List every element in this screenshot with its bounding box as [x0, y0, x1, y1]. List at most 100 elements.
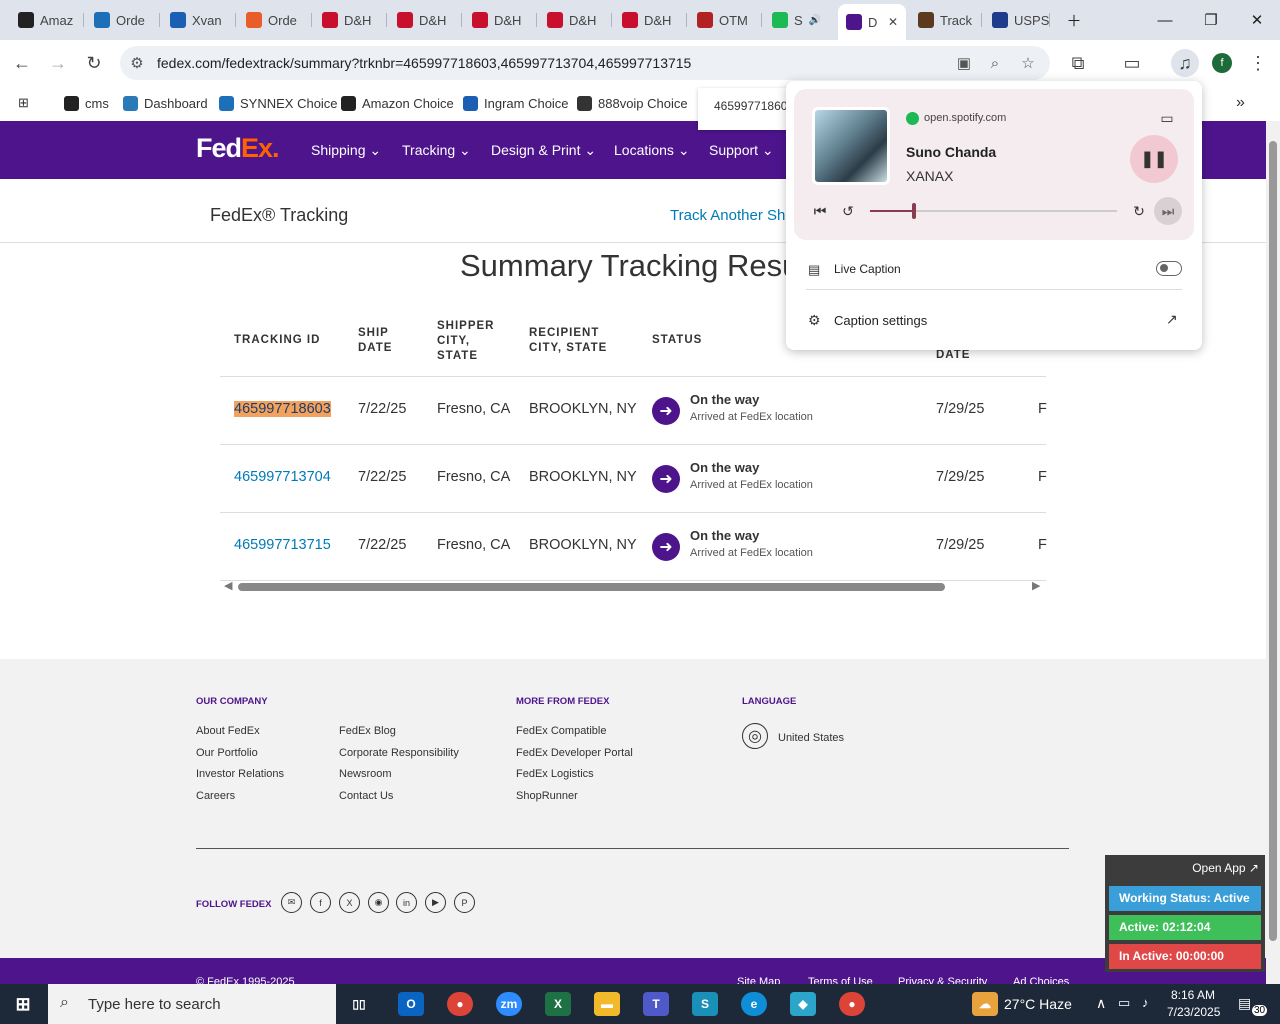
fedex-logo[interactable]: FedEx.: [196, 133, 280, 164]
tray-chevron-icon[interactable]: ∧: [1096, 995, 1106, 1012]
audio-playing-icon[interactable]: 🔊: [809, 15, 821, 26]
site-map-link[interactable]: Site Map: [737, 976, 780, 984]
footer-link[interactable]: FedEx Logistics: [516, 768, 594, 780]
site-info-icon[interactable]: ⚙: [126, 52, 148, 74]
network-icon[interactable]: ▭: [1118, 995, 1130, 1011]
address-bar[interactable]: ⚙ fedex.com/fedextrack/summary?trknbr=46…: [120, 46, 1050, 80]
caption-settings-link[interactable]: Caption settings: [834, 313, 927, 328]
apps-grid-icon[interactable]: ⊞: [18, 92, 29, 114]
scroll-thumb[interactable]: [238, 583, 945, 591]
tracking-id-link[interactable]: 465997713715: [234, 537, 331, 553]
browser-tab[interactable]: Orde: [238, 6, 312, 34]
facebook-icon[interactable]: f: [310, 892, 331, 913]
teams-icon[interactable]: T: [643, 992, 669, 1016]
chrome-icon[interactable]: ●: [447, 992, 473, 1016]
footer-link[interactable]: Our Portfolio: [196, 747, 258, 759]
file-explorer-icon[interactable]: ▬: [594, 992, 620, 1016]
bookmark-item[interactable]: Dashboard: [123, 92, 208, 114]
x-icon[interactable]: X: [339, 892, 360, 913]
bookmark-item[interactable]: cms: [64, 92, 109, 114]
linkedin-icon[interactable]: in: [396, 892, 417, 913]
nav-support[interactable]: Support ⌄: [709, 142, 774, 159]
task-view-icon[interactable]: ▯▯: [346, 992, 372, 1016]
extensions-icon[interactable]: ⧉: [1064, 49, 1092, 77]
browser-tab[interactable]: D&H: [614, 6, 687, 34]
live-caption-toggle[interactable]: [1156, 261, 1182, 276]
taskbar-search[interactable]: ⌕ Type here to search: [48, 984, 336, 1024]
footer-link[interactable]: Investor Relations: [196, 768, 284, 780]
zoom-icon[interactable]: ⌕: [984, 52, 1006, 74]
next-track-icon[interactable]: ⏭: [1154, 197, 1182, 225]
close-tab-icon[interactable]: ✕: [888, 15, 898, 29]
footer-link[interactable]: FedEx Blog: [339, 725, 396, 737]
bookmark-item[interactable]: 888voip Choice: [577, 92, 688, 114]
browser-tab[interactable]: S 🔊: [764, 6, 836, 34]
terms-link[interactable]: Terms of Use: [808, 976, 873, 984]
browser-tab[interactable]: D&H: [389, 6, 462, 34]
windows-start-icon[interactable]: ⊞: [10, 992, 36, 1016]
scroll-right-icon[interactable]: ▶: [1032, 579, 1040, 592]
notification-icon[interactable]: ▤: [1238, 995, 1251, 1012]
browser-tab[interactable]: D&H: [464, 6, 537, 34]
find-bar-text[interactable]: 46599771860: [714, 99, 787, 113]
privacy-link[interactable]: Privacy & Security: [898, 976, 987, 984]
forward-10-icon[interactable]: ↻: [1129, 201, 1149, 221]
bookmark-item[interactable]: Amazon Choice: [341, 92, 454, 114]
pause-button[interactable]: ❚❚: [1130, 135, 1178, 183]
youtube-icon[interactable]: ▶: [425, 892, 446, 913]
open-app-link[interactable]: Open App ↗: [1192, 861, 1259, 875]
profile-avatar[interactable]: f: [1208, 49, 1236, 77]
nav-locations[interactable]: Locations ⌄: [614, 142, 690, 159]
browser-tab[interactable]: Xvan: [162, 6, 236, 34]
vertical-scroll-thumb[interactable]: [1269, 141, 1277, 941]
bookmark-item[interactable]: Ingram Choice: [463, 92, 569, 114]
zoom-app-icon[interactable]: zm: [496, 992, 522, 1016]
picture-in-picture-icon[interactable]: ▭: [1156, 109, 1178, 127]
media-progress-slider[interactable]: [870, 203, 1117, 219]
media-control-icon[interactable]: ♫: [1171, 49, 1199, 77]
new-tab-button[interactable]: ＋: [1052, 0, 1096, 40]
clock-time[interactable]: 8:16 AM: [1171, 988, 1215, 1002]
maximize-button[interactable]: ❐: [1188, 0, 1234, 40]
table-horizontal-scrollbar[interactable]: ◀ ▶: [220, 578, 1046, 596]
pinterest-icon[interactable]: P: [454, 892, 475, 913]
nav-design-print[interactable]: Design & Print ⌄: [491, 142, 596, 159]
bookmark-star-icon[interactable]: ☆: [1017, 52, 1039, 74]
instagram-icon[interactable]: ◉: [368, 892, 389, 913]
footer-link[interactable]: Corporate Responsibility: [339, 747, 459, 759]
app-diamond-icon[interactable]: ◆: [790, 992, 816, 1016]
close-window-button[interactable]: ✕: [1234, 0, 1280, 40]
track-another-link[interactable]: Track Another Sh: [670, 207, 785, 224]
volume-icon[interactable]: ♪: [1142, 995, 1149, 1010]
previous-track-icon[interactable]: ⏮: [810, 201, 830, 221]
minimize-button[interactable]: —: [1142, 0, 1188, 40]
forward-icon[interactable]: →: [44, 49, 72, 77]
reload-icon[interactable]: ↻: [80, 49, 108, 77]
chrome-profile-icon[interactable]: ●: [839, 992, 865, 1016]
browser-tab[interactable]: USPS: [984, 6, 1050, 34]
footer-link[interactable]: Contact Us: [339, 790, 393, 802]
find-bar[interactable]: 46599771860: [698, 88, 798, 130]
page-vertical-scrollbar[interactable]: [1266, 121, 1280, 984]
menu-icon[interactable]: ⋮: [1244, 49, 1272, 77]
cast-icon[interactable]: ▭: [1118, 49, 1146, 77]
ad-choices-link[interactable]: Ad Choices: [1013, 976, 1069, 984]
browser-tab[interactable]: Orde: [86, 6, 160, 34]
nav-shipping[interactable]: Shipping ⌄: [311, 142, 381, 159]
browser-tab[interactable]: D&H: [539, 6, 612, 34]
footer-link[interactable]: FedEx Compatible: [516, 725, 607, 737]
weather-text[interactable]: 27°C Haze: [1004, 996, 1072, 1012]
browser-tab[interactable]: OTM: [689, 6, 762, 34]
bookmark-item[interactable]: SYNNEX Choice: [219, 92, 338, 114]
lens-icon[interactable]: ▣: [953, 52, 975, 74]
language-value[interactable]: United States: [778, 732, 844, 744]
nav-tracking[interactable]: Tracking ⌄: [402, 142, 471, 159]
excel-icon[interactable]: X: [545, 992, 571, 1016]
browser-tab[interactable]: D&H: [314, 6, 387, 34]
back-icon[interactable]: ←: [8, 49, 36, 77]
external-link-icon[interactable]: ↗: [1166, 311, 1178, 328]
tracking-id-link[interactable]: 465997713704: [234, 469, 331, 485]
edge-icon[interactable]: e: [741, 992, 767, 1016]
scroll-left-icon[interactable]: ◀: [224, 579, 232, 592]
footer-link[interactable]: Careers: [196, 790, 235, 802]
